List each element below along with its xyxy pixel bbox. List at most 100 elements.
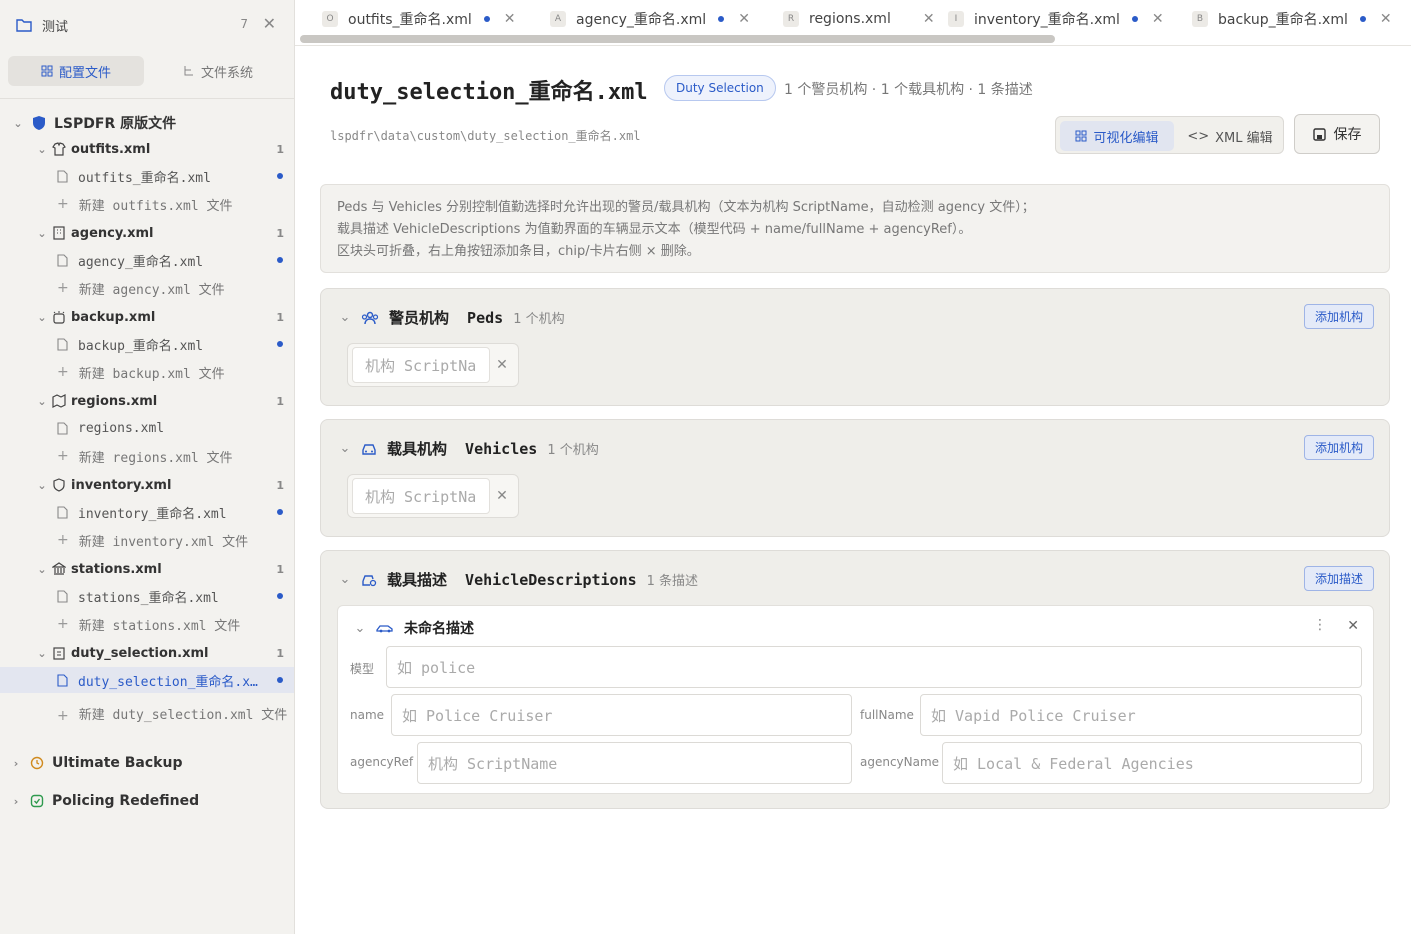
remove-chip-button[interactable]: ✕ bbox=[490, 357, 514, 373]
landmark-icon bbox=[52, 562, 66, 575]
tree-new-file[interactable]: + 新建 backup.xml 文件 bbox=[0, 359, 294, 385]
add-agency-button[interactable]: 添加机构 bbox=[1303, 435, 1374, 460]
root-label: LSPDFR 原版文件 bbox=[54, 116, 177, 132]
workspace-title: 测试 bbox=[42, 19, 69, 35]
file-label: agency_重命名.xml bbox=[78, 254, 204, 270]
file-type-icon: R bbox=[783, 11, 799, 27]
unsaved-dot bbox=[277, 173, 283, 179]
close-workspace-button[interactable]: ✕ bbox=[263, 14, 276, 33]
remove-chip-button[interactable]: ✕ bbox=[490, 488, 514, 504]
group-count: 1 bbox=[276, 646, 284, 660]
group-label: outfits.xml bbox=[71, 141, 151, 157]
tree-group[interactable]: ⌄ outfits.xml 1 bbox=[0, 137, 294, 161]
name-input[interactable]: 如 Police Cruiser bbox=[391, 694, 852, 736]
unsaved-dot bbox=[1131, 16, 1138, 22]
tree-file[interactable]: stations_重命名.xml bbox=[0, 583, 294, 609]
badge-check-icon bbox=[30, 794, 44, 808]
plus-icon: + bbox=[57, 616, 69, 632]
group-count: 1 bbox=[276, 310, 284, 324]
editor-tab[interactable]: Bbackup_重命名.xml ✕ bbox=[1192, 8, 1392, 30]
file-label: duty_selection_重命名.x… bbox=[78, 674, 258, 690]
chevron-down-icon: ⌄ bbox=[37, 478, 47, 492]
tree-group[interactable]: ⌄ duty_selection.xml 1 bbox=[0, 641, 294, 665]
tree-file[interactable]: inventory_重命名.xml bbox=[0, 499, 294, 525]
add-description-button[interactable]: 添加描述 bbox=[1303, 566, 1374, 591]
close-tab-button[interactable]: ✕ bbox=[504, 11, 516, 27]
car-icon bbox=[376, 625, 393, 633]
tree-plugin[interactable]: › Policing Redefined bbox=[0, 787, 294, 815]
tree-file[interactable]: backup_重命名.xml bbox=[0, 331, 294, 357]
fullname-input[interactable]: 如 Vapid Police Cruiser bbox=[920, 694, 1362, 736]
close-tab-button[interactable]: ✕ bbox=[1152, 11, 1164, 27]
tree-new-file[interactable]: + 新建 outfits.xml 文件 bbox=[0, 191, 294, 217]
chevron-down-icon: ⌄ bbox=[37, 142, 47, 156]
tree-new-file[interactable]: + 新建 stations.xml 文件 bbox=[0, 611, 294, 637]
chevron-down-icon: ⌄ bbox=[37, 226, 47, 240]
shield-icon bbox=[33, 116, 45, 130]
tab-config-files[interactable]: 配置文件 bbox=[8, 56, 144, 86]
new-file-label: 新建 backup.xml 文件 bbox=[78, 366, 225, 382]
tree-group[interactable]: ⌄ agency.xml 1 bbox=[0, 221, 294, 245]
unsaved-dot bbox=[277, 677, 283, 683]
section-title: 警员机构 Peds bbox=[389, 309, 504, 327]
chevron-down-icon: ⌄ bbox=[37, 310, 47, 324]
model-input[interactable]: 如 police bbox=[386, 646, 1362, 688]
close-tab-button[interactable]: ✕ bbox=[923, 11, 935, 27]
new-file-label: 新建 stations.xml 文件 bbox=[78, 618, 241, 634]
tree-file[interactable]: duty_selection_重命名.x… bbox=[0, 667, 294, 693]
section-count: 1 个机构 bbox=[513, 312, 565, 327]
workspace-header: 测试 7 ✕ bbox=[0, 0, 294, 50]
agency-input[interactable]: 机构 ScriptNa bbox=[352, 347, 490, 383]
tree-group[interactable]: ⌄ inventory.xml 1 bbox=[0, 473, 294, 497]
agencyref-input[interactable]: 机构 ScriptName bbox=[417, 742, 852, 784]
tree-new-file[interactable]: + 新建 regions.xml 文件 bbox=[0, 443, 294, 469]
more-options-icon[interactable]: ⋮ bbox=[1313, 617, 1327, 633]
xml-edit-button[interactable]: <> XML 编辑 bbox=[1180, 121, 1280, 151]
group-count: 1 bbox=[276, 394, 284, 408]
tree-group[interactable]: ⌄ stations.xml 1 bbox=[0, 557, 294, 581]
remove-description-button[interactable]: ✕ bbox=[1347, 618, 1359, 634]
help-line: Peds 与 Vehicles 分别控制值勤选择时允许出现的警员/载具机构（文本… bbox=[337, 200, 1035, 215]
tree-group[interactable]: ⌄ regions.xml 1 bbox=[0, 389, 294, 413]
section-title: 载具机构 Vehicles bbox=[387, 440, 538, 458]
agency-input[interactable]: 机构 ScriptNa bbox=[352, 478, 490, 514]
tree-plugin[interactable]: › Ultimate Backup bbox=[0, 749, 294, 777]
tree-new-file[interactable]: + 新建 agency.xml 文件 bbox=[0, 275, 294, 301]
users-icon bbox=[361, 311, 379, 324]
chevron-down-icon: ⌄ bbox=[37, 394, 47, 408]
visual-edit-button[interactable]: 可视化编辑 bbox=[1060, 121, 1174, 151]
collapse-chevron-icon[interactable]: ⌄ bbox=[339, 310, 351, 325]
tree-new-file[interactable]: + 新建 inventory.xml 文件 bbox=[0, 527, 294, 553]
file-type-icon: O bbox=[322, 11, 338, 27]
editor-tab[interactable]: Iinventory_重命名.xml ✕ bbox=[948, 8, 1164, 30]
collapse-chevron-icon[interactable]: ⌄ bbox=[354, 621, 366, 636]
help-box: Peds 与 Vehicles 分别控制值勤选择时允许出现的警员/载具机构（文本… bbox=[320, 184, 1390, 273]
file-icon bbox=[57, 421, 68, 435]
editor-tab[interactable]: Ooutfits_重命名.xml ✕ bbox=[322, 8, 516, 30]
history-icon bbox=[30, 756, 44, 770]
collapse-chevron-icon[interactable]: ⌄ bbox=[339, 572, 351, 587]
tab-label: agency_重命名.xml bbox=[576, 12, 707, 28]
collapse-chevron-icon[interactable]: ⌄ bbox=[339, 441, 351, 456]
agencyname-input[interactable]: 如 Local & Federal Agencies bbox=[942, 742, 1362, 784]
editor-tab[interactable]: Rregions.xml ✕ bbox=[783, 8, 935, 30]
tree-new-file[interactable]: + 新建 duty_selection.xml 文件 bbox=[0, 695, 294, 737]
save-button[interactable]: 保存 bbox=[1294, 114, 1380, 154]
close-tab-button[interactable]: ✕ bbox=[1380, 11, 1392, 27]
peds-section: ⌄ 警员机构 Peds 1 个机构 添加机构 机构 ScriptNa ✕ bbox=[320, 288, 1390, 406]
car-icon bbox=[362, 443, 376, 455]
editor-tab[interactable]: Aagency_重命名.xml ✕ bbox=[550, 8, 750, 30]
close-tab-button[interactable]: ✕ bbox=[738, 11, 750, 27]
tree-file[interactable]: regions.xml bbox=[0, 415, 294, 441]
tree-file[interactable]: agency_重命名.xml bbox=[0, 247, 294, 273]
tree-group[interactable]: ⌄ backup.xml 1 bbox=[0, 305, 294, 329]
tabs-scrollbar[interactable] bbox=[300, 35, 1055, 43]
tree-root-lspdfr[interactable]: ⌄ LSPDFR 原版文件 bbox=[0, 109, 294, 137]
car-tag-icon bbox=[362, 574, 377, 586]
tab-label: inventory_重命名.xml bbox=[974, 12, 1120, 28]
file-icon bbox=[57, 253, 68, 267]
tree-file[interactable]: outfits_重命名.xml bbox=[0, 163, 294, 189]
tab-filesystem[interactable]: 文件系统 bbox=[150, 56, 286, 86]
unsaved-dot bbox=[718, 16, 725, 22]
add-agency-button[interactable]: 添加机构 bbox=[1303, 304, 1374, 329]
